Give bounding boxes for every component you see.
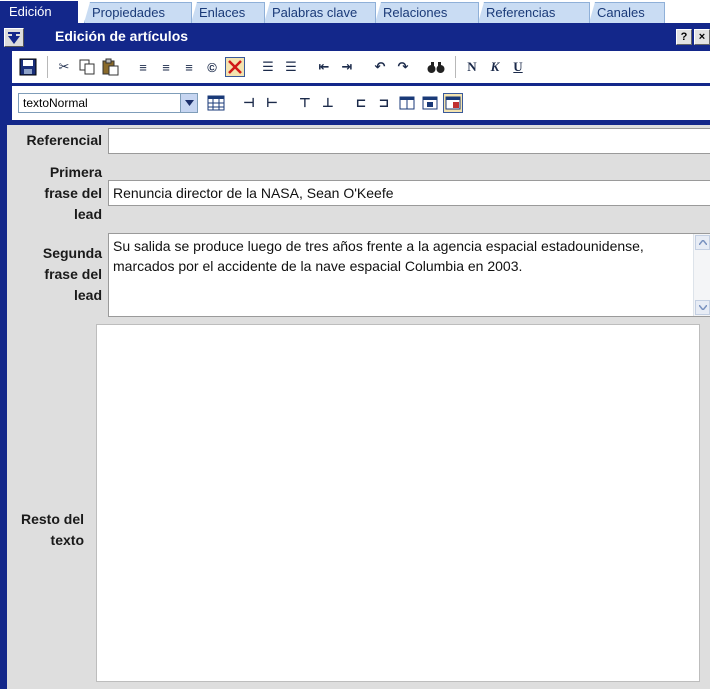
tab-strip: Edición Propiedades Enlaces Palabras cla… [0,0,710,23]
help-button[interactable]: ? [676,29,692,45]
insert-row-below-icon[interactable]: ⊥ [318,93,338,113]
tab-label: Propiedades [92,5,165,20]
label-line: Segunda [42,245,102,261]
segunda-frase-label: Segunda frase del lead [7,243,102,306]
align-center-icon[interactable]: ≡ [156,57,176,77]
italic-button[interactable]: K [485,57,505,77]
find-icon[interactable] [426,57,446,77]
tab-label: Canales [597,5,645,20]
align-left-icon[interactable]: ≡ [133,57,153,77]
article-editor-panel: Edición de artículos ? × ✂ ≡ ≡ ≡ © ☰ ☰ ⇤… [0,23,710,689]
collapse-button[interactable] [4,28,24,47]
label-line: frase del [44,266,102,282]
align-right-icon[interactable]: ≡ [179,57,199,77]
label-line: lead [73,287,102,303]
tab-relaciones[interactable]: Relaciones [375,2,479,23]
toolbar-separator [44,56,45,78]
toolbar-separator [288,92,289,114]
toolbar-separator [419,56,420,78]
tab-label: Palabras clave [272,5,358,20]
save-icon[interactable] [18,57,38,77]
paste-icon[interactable] [100,57,120,77]
toolbar-separator [363,56,364,78]
insert-column-right-icon[interactable]: ⊢ [262,93,282,113]
label-line: texto [50,532,84,548]
chevron-down-icon [180,94,197,112]
tab-label: Edición [9,4,52,19]
label-line: lead [73,206,102,222]
paragraph-style-value: textoNormal [23,96,88,110]
toolbar-separator [307,56,308,78]
tab-enlaces[interactable]: Enlaces [191,2,265,23]
merge-cells-icon[interactable]: ⊐ [374,93,394,113]
resto-texto-label: Resto del texto [7,509,84,551]
cut-icon[interactable]: ✂ [54,57,74,77]
remove-format-icon[interactable] [225,57,245,77]
vertical-scrollbar[interactable] [693,234,710,316]
toolbar-separator [232,92,233,114]
tab-canales[interactable]: Canales [589,2,665,23]
resto-texto-editor[interactable] [96,324,700,682]
label-line: Primera [49,164,102,180]
toolbar-separator [126,56,127,78]
copy-icon[interactable] [77,57,97,77]
collapse-arrow-icon [8,31,20,44]
insert-table-icon[interactable] [206,93,226,113]
segunda-frase-text: Su salida se produce luego de tres años … [113,238,644,274]
panel-title: Edición de artículos [55,28,189,44]
table-toolbar: textoNormal ⊣ ⊢ ⊤ ⊥ ⊏ ⊐ [12,86,710,120]
tab-label: Enlaces [199,5,246,20]
close-button[interactable]: × [694,29,710,45]
bold-button[interactable]: N [462,57,482,77]
toolbar-separator [344,92,345,114]
table-properties-icon[interactable] [443,93,463,113]
primera-frase-label: Primera frase del lead [7,162,102,225]
bullet-list-icon[interactable]: ☰ [281,57,301,77]
tab-label: Referencias [486,5,556,20]
undo-icon[interactable]: ↶ [370,57,390,77]
panel-titlebar: Edición de artículos ? × [0,23,710,50]
indent-icon[interactable]: ⇥ [337,57,357,77]
cell-properties-icon[interactable] [420,93,440,113]
redo-icon[interactable]: ↷ [393,57,413,77]
scroll-up-icon[interactable] [695,235,710,250]
numbered-list-icon[interactable]: ☰ [258,57,278,77]
delete-column-icon[interactable]: ⊏ [351,93,371,113]
label-line: Resto del [20,511,84,527]
outdent-icon[interactable]: ⇤ [314,57,334,77]
formatting-toolbar: ✂ ≡ ≡ ≡ © ☰ ☰ ⇤ ⇥ ↶ ↷ N K U [12,51,710,83]
label-line: frase del [44,185,102,201]
segunda-frase-textarea[interactable]: Su salida se produce luego de tres años … [108,233,710,317]
tab-label: Relaciones [383,5,448,20]
underline-button[interactable]: U [508,57,528,77]
referencial-input[interactable] [108,128,710,154]
tab-propiedades[interactable]: Propiedades [84,2,192,23]
insert-column-left-icon[interactable]: ⊣ [239,93,259,113]
paragraph-style-select[interactable]: textoNormal [18,93,198,113]
tab-edicion[interactable]: Edición [0,1,78,23]
toolbar-separator [251,56,252,78]
tab-palabras-clave[interactable]: Palabras clave [264,2,376,23]
article-form: Referencial Primera frase del lead Renun… [7,125,710,689]
copyright-icon[interactable]: © [202,57,222,77]
tab-referencias[interactable]: Referencias [478,2,590,23]
scroll-down-icon[interactable] [695,300,710,315]
insert-row-above-icon[interactable]: ⊤ [295,93,315,113]
toolbar-separator [452,56,453,78]
split-cells-icon[interactable] [397,93,417,113]
referencial-label: Referencial [26,132,102,148]
primera-frase-input[interactable]: Renuncia director de la NASA, Sean O'Kee… [108,180,710,206]
